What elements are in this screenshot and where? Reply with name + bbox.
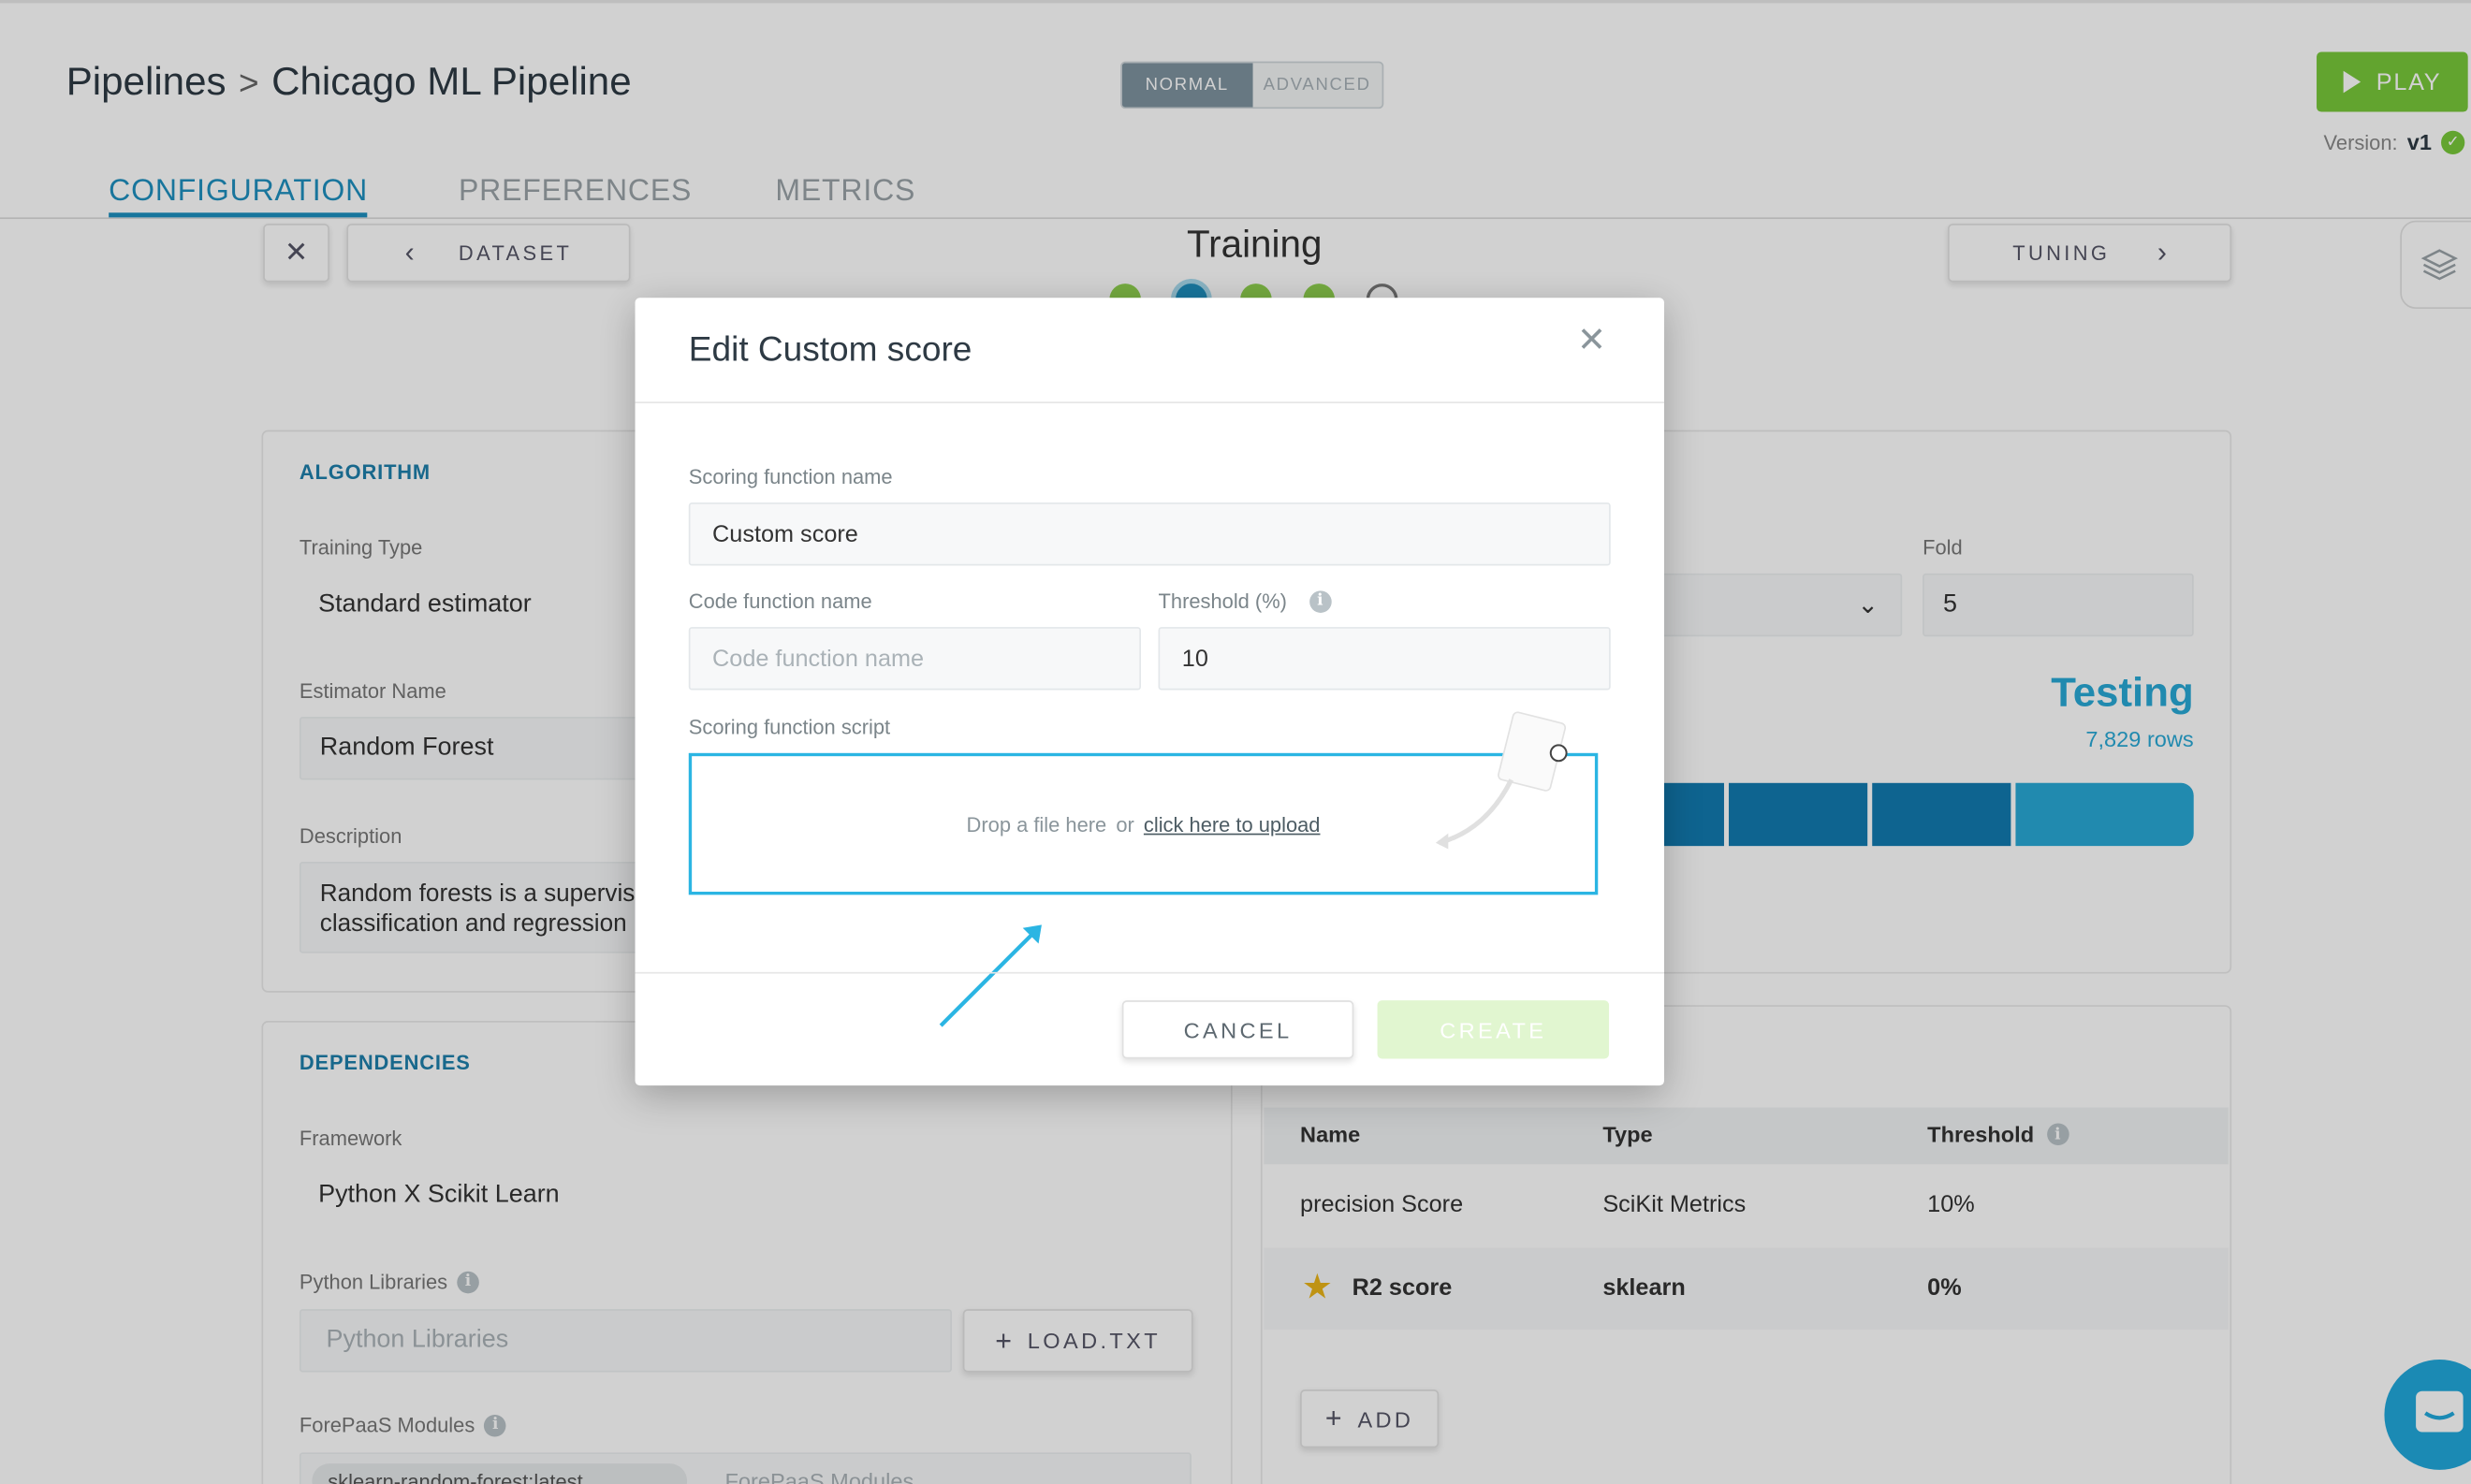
drop-or: or: [1116, 811, 1134, 837]
threshold-label: Threshold (%): [1158, 589, 1287, 613]
scoring-name-label: Scoring function name: [688, 464, 893, 488]
edit-custom-score-modal: Edit Custom score ✕ Scoring function nam…: [635, 298, 1664, 1086]
app-root: Pipelines > Chicago ML Pipeline NORMAL A…: [0, 0, 2471, 1484]
modal-close-button[interactable]: ✕: [1574, 320, 1609, 359]
create-button[interactable]: CREATE: [1377, 1000, 1610, 1059]
script-label: Scoring function script: [688, 715, 891, 739]
arrow-pointer-icon: [939, 924, 1042, 1027]
cancel-button[interactable]: CANCEL: [1121, 1000, 1354, 1059]
drop-text: Drop a file here: [966, 811, 1107, 837]
upload-link[interactable]: click here to upload: [1144, 812, 1321, 836]
close-icon: ✕: [1577, 319, 1607, 359]
code-name-label: Code function name: [688, 589, 872, 613]
drag-file-icon: [1435, 711, 1568, 850]
modal-header-divider: [635, 401, 1664, 404]
modal-footer-divider: [635, 971, 1664, 974]
scoring-name-input[interactable]: Custom score: [688, 502, 1611, 566]
threshold-input[interactable]: 10: [1158, 627, 1611, 691]
info-icon[interactable]: i: [1309, 589, 1332, 613]
modal-title: Edit Custom score: [688, 328, 972, 369]
code-name-input[interactable]: Code function name: [688, 627, 1141, 691]
page-canvas: Pipelines > Chicago ML Pipeline NORMAL A…: [0, 0, 2471, 1484]
threshold-label-row: Threshold (%) i: [1159, 589, 1332, 613]
